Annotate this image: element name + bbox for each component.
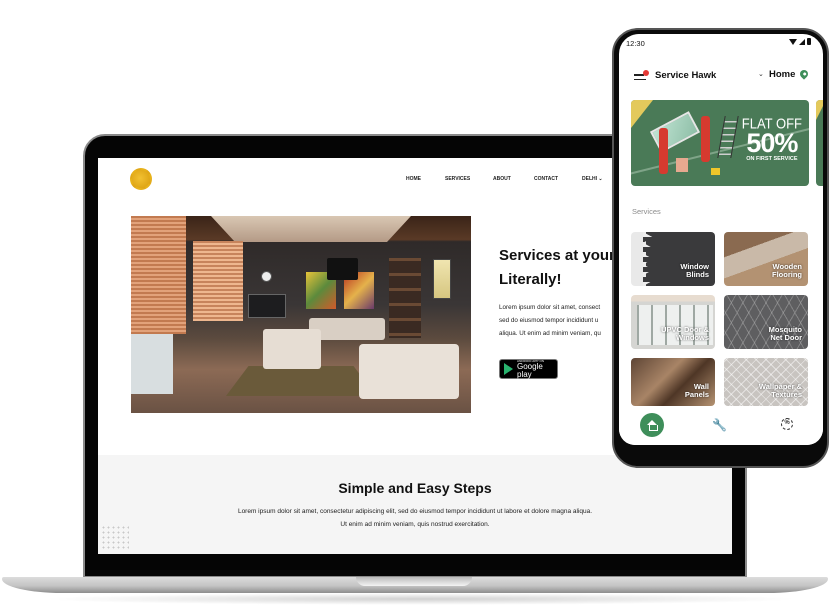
google-play-label: ANDROID APP ON Google play (517, 359, 557, 379)
steps-description: Lorem ipsum dolor sit amet, consectetur … (98, 505, 732, 531)
location-pin-icon[interactable] (798, 68, 810, 80)
service-tile-label: Wallpaper & Textures (759, 382, 802, 400)
nav-home[interactable]: HOME (406, 176, 421, 182)
service-tile-label: UPVC Door & Windows (661, 325, 709, 343)
city-dropdown[interactable]: DELHI ⌄ (582, 176, 603, 182)
google-play-icon (504, 363, 513, 375)
laptop-notch (356, 577, 472, 586)
wifi-icon (789, 38, 797, 45)
service-tile-upvc-door-windows[interactable]: UPVC Door & Windows (631, 295, 715, 349)
worker-illustration (701, 116, 710, 162)
services-heading: Services (632, 207, 661, 216)
bottom-navigation: 🔧 % (619, 406, 823, 445)
stool-illustration (676, 158, 688, 172)
offer-headline: FLAT OFF (741, 115, 802, 132)
nav-home-tab[interactable] (640, 413, 664, 437)
hero-text-line: Lorem ipsum dolor sit amet, consect (499, 304, 601, 311)
offer-text: FLAT OFF 50% ON FIRST SERVICE (741, 115, 802, 163)
sofa-front (359, 344, 459, 399)
service-tile-label: Window Blinds (680, 262, 709, 280)
service-tile-label: Wooden Flooring (772, 262, 802, 280)
clock (261, 271, 272, 282)
blinds-left (131, 216, 186, 334)
dot-pattern-decoration (101, 525, 129, 550)
armchair (263, 329, 321, 369)
offer-percent: 50% (746, 128, 798, 158)
tv (248, 294, 286, 318)
label-line: Windows (676, 333, 709, 343)
window (131, 334, 173, 394)
discount-badge-icon[interactable]: % (781, 418, 793, 430)
ladder-illustration (717, 116, 739, 158)
notification-dot (643, 70, 649, 76)
label-line: Panels (684, 390, 709, 400)
label-line: Blinds (686, 270, 709, 280)
wrench-icon[interactable]: 🔧 (712, 418, 727, 432)
bookshelf (389, 258, 421, 338)
status-time: 12:30 (626, 39, 645, 48)
device-mockup: HOME SERVICES ABOUT CONTACT DELHI ⌄ Serv… (0, 0, 839, 611)
label-line: Net Door (770, 333, 802, 343)
nav-contact[interactable]: CONTACT (534, 176, 558, 182)
hero-living-room-image (131, 216, 471, 413)
service-tile-label: Mosquito Net Door (769, 325, 802, 343)
hero-text-line: aliqua. Ut enim ad minim veniam, qu (499, 330, 601, 337)
next-banner-peek[interactable] (816, 100, 823, 186)
ceiling (211, 216, 411, 242)
hero-text-line: sed do eiusmod tempor incididunt u (499, 317, 599, 324)
hero-description: Lorem ipsum dolor sit amet, consect sed … (499, 301, 601, 340)
app-title: Service Hawk (655, 70, 717, 81)
service-tile-wooden-flooring[interactable]: Wooden Flooring (724, 232, 808, 286)
hero-title: Services at your Literally! (499, 244, 615, 292)
offer-banner[interactable]: FLAT OFF 50% ON FIRST SERVICE (631, 100, 809, 186)
eagle-logo-icon[interactable] (130, 168, 152, 190)
status-icons (789, 38, 811, 45)
poster (433, 259, 451, 299)
steps-title: Simple and Easy Steps (338, 480, 492, 496)
chevron-down-icon: ⌄ (598, 176, 603, 182)
banner-wall (631, 100, 653, 128)
glass-pane-illustration (649, 111, 701, 153)
hero-title-line2: Literally! (499, 271, 562, 288)
battery-icon (807, 38, 811, 45)
nav-about[interactable]: ABOUT (493, 176, 511, 182)
worker-illustration (659, 128, 668, 174)
label-line: Flooring (772, 270, 802, 280)
home-icon (646, 420, 658, 431)
store-big-text: Google play (517, 361, 543, 379)
pendant-lamp (327, 258, 358, 280)
location-selector[interactable]: Home (769, 69, 795, 80)
signal-icon (799, 38, 805, 45)
phone-screen: 12:30 Service Hawk ⌄ Home FLAT OFF 50% O… (619, 34, 823, 445)
city-label: DELHI (582, 176, 597, 182)
service-tile-wall-panels[interactable]: Wall Panels (631, 358, 715, 406)
label-line: Textures (771, 390, 802, 400)
steps-text-line: Ut enim ad minim veniam, quis nostrud ex… (340, 521, 490, 528)
steps-text-line: Lorem ipsum dolor sit amet, consectetur … (237, 508, 593, 515)
hero-title-line1: Services at your (499, 247, 615, 264)
chevron-down-icon[interactable]: ⌄ (758, 70, 764, 78)
rug (226, 366, 376, 396)
nav-services[interactable]: SERVICES (445, 176, 470, 182)
toolbox-illustration (711, 168, 720, 175)
steps-section: Simple and Easy Steps Lorem ipsum dolor … (98, 455, 732, 554)
blinds-right (193, 241, 243, 321)
service-tile-wallpaper-textures[interactable]: Wallpaper & Textures (724, 358, 808, 406)
service-tile-mosquito-net-door[interactable]: Mosquito Net Door (724, 295, 808, 349)
offer-subtext: ON FIRST SERVICE (746, 156, 798, 162)
service-tile-label: Wall Panels (684, 382, 709, 400)
laptop-shadow (40, 593, 800, 605)
google-play-button[interactable]: ANDROID APP ON Google play (499, 359, 558, 379)
service-tile-window-blinds[interactable]: Window Blinds (631, 232, 715, 286)
